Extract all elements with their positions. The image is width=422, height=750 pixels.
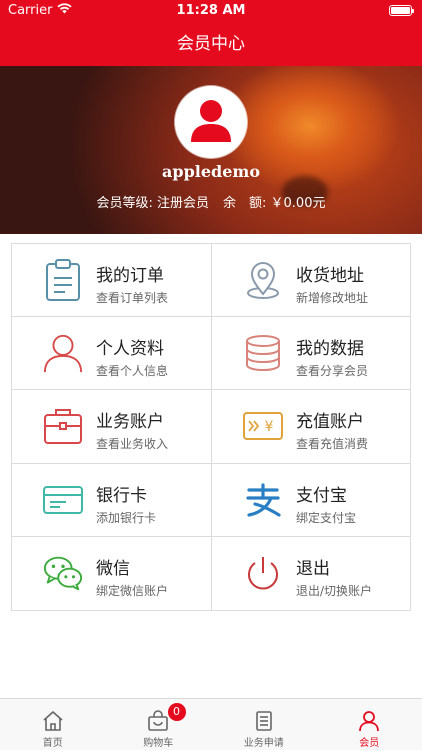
svg-text:¥: ¥ [265, 419, 274, 435]
location-pin-icon [242, 258, 284, 302]
tab-business-apply[interactable]: 业务申请 [211, 699, 317, 750]
menu-item-title: 我的订单 [96, 266, 164, 286]
menu-item-subtitle: 绑定支付宝 [296, 510, 357, 525]
balance: 余 额: ￥0.00元 [223, 196, 326, 211]
tab-label: 购物车 [143, 738, 174, 749]
cart-count-badge: 0 [167, 703, 186, 721]
tab-cart[interactable]: 购物车 0 [106, 699, 212, 750]
database-icon [242, 331, 284, 375]
menu-item-bank-card[interactable]: 银行卡 添加银行卡 [12, 463, 212, 537]
menu-item-title: 充值账户 [296, 412, 364, 433]
nav-bar: 会员中心 [0, 22, 422, 66]
tab-bar: 首页 购物车 0 业务申请 会员 [0, 698, 422, 750]
menu-item-my-orders[interactable]: 我的订单 查看订单列表 [12, 244, 212, 318]
menu-item-shipping-address[interactable]: 收货地址 新增修改地址 [212, 244, 411, 318]
menu-item-recharge-account[interactable]: ¥ 充值账户 查看充值消费 [212, 390, 411, 464]
menu-item-title: 我的数据 [296, 339, 364, 360]
menu-item-subtitle: 查看业务收入 [96, 437, 169, 452]
user-icon [359, 711, 380, 732]
member-menu-grid: 我的订单 查看订单列表 收货地址 新增修改地址 个人资料 查看个人信息 我的数据… [11, 243, 411, 611]
briefcase-icon [42, 404, 84, 448]
menu-item-subtitle: 查看充值消费 [296, 437, 369, 452]
wechat-icon [42, 551, 84, 595]
menu-item-my-data[interactable]: 我的数据 查看分享会员 [212, 317, 411, 391]
person-icon [42, 331, 84, 375]
tab-member[interactable]: 会员 [317, 699, 422, 750]
menu-item-title: 退出 [296, 558, 330, 579]
menu-item-subtitle: 添加银行卡 [96, 510, 157, 525]
home-icon [43, 711, 63, 731]
member-info: 会员等级: 注册会员余 额: ￥0.00元 [0, 192, 422, 211]
username: appledemo [162, 162, 260, 181]
clock: 11:28 AM [176, 3, 246, 18]
menu-item-subtitle: 退出/切换账户 [296, 583, 373, 598]
menu-item-logout[interactable]: 退出 退出/切换账户 [212, 537, 411, 610]
tab-label: 会员 [359, 738, 380, 749]
alipay-icon [242, 478, 284, 522]
avatar[interactable] [175, 86, 247, 158]
tab-home[interactable]: 首页 [0, 699, 106, 750]
menu-item-title: 个人资料 [96, 339, 164, 360]
menu-item-title: 银行卡 [96, 485, 147, 506]
battery-icon [389, 5, 414, 16]
tab-label: 首页 [42, 738, 63, 749]
menu-item-wechat[interactable]: 微信 绑定微信账户 [12, 536, 212, 610]
menu-item-title: 业务账户 [96, 412, 164, 433]
menu-item-title: 收货地址 [296, 266, 364, 286]
menu-item-business-account[interactable]: 业务账户 查看业务收入 [12, 390, 212, 464]
recharge-card-icon: ¥ [242, 404, 284, 448]
page-title: 会员中心 [177, 34, 245, 54]
tab-label: 业务申请 [243, 738, 284, 749]
menu-item-subtitle: 查看订单列表 [96, 291, 169, 305]
menu-item-personal-info[interactable]: 个人资料 查看个人信息 [12, 317, 212, 391]
document-icon [255, 711, 272, 731]
shopping-bag-icon [148, 710, 169, 731]
status-bar: Carrier 11:28 AM [0, 0, 422, 22]
menu-item-alipay[interactable]: 支付宝 绑定支付宝 [212, 464, 411, 537]
member-center-screen: Carrier 11:28 AM 会员中心 appledemo 会员等级: 注册… [0, 0, 422, 750]
menu-item-subtitle: 查看分享会员 [296, 364, 369, 379]
menu-item-subtitle: 绑定微信账户 [96, 583, 169, 598]
menu-item-subtitle: 查看个人信息 [96, 364, 169, 379]
profile-banner: appledemo 会员等级: 注册会员余 额: ￥0.00元 [0, 66, 422, 234]
power-icon [242, 551, 284, 595]
menu-item-title: 支付宝 [296, 485, 347, 506]
menu-item-title: 微信 [96, 558, 130, 579]
bank-card-icon [42, 478, 84, 522]
member-level: 会员等级: 注册会员 [96, 196, 210, 211]
menu-item-subtitle: 新增修改地址 [296, 291, 369, 305]
clipboard-icon [42, 258, 84, 302]
default-avatar-icon [175, 86, 247, 158]
